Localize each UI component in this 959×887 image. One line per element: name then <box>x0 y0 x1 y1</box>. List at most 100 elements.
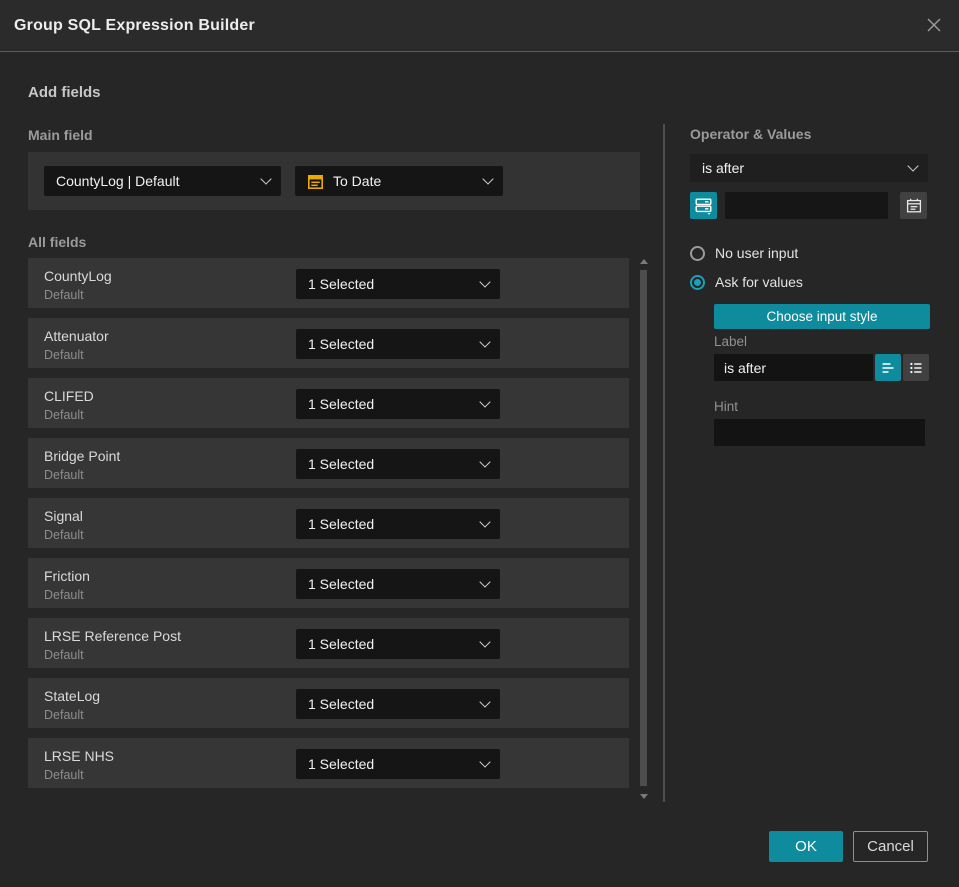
main-field-select[interactable]: CountyLog | Default <box>44 166 281 196</box>
cancel-button[interactable]: Cancel <box>853 831 928 862</box>
close-button[interactable] <box>921 13 947 39</box>
label-field-label: Label <box>714 334 748 349</box>
date-field-icon <box>307 173 324 190</box>
all-fields-label: All fields <box>28 234 87 250</box>
stacked-input-rows-icon <box>694 196 713 215</box>
input-style-single-line-button[interactable] <box>875 354 901 381</box>
chevron-down-icon <box>479 276 491 288</box>
chevron-down-icon <box>479 396 491 408</box>
field-row-name: Friction <box>44 568 90 584</box>
radio-icon <box>690 245 705 261</box>
field-row-selected-value: 1 Selected <box>308 636 375 652</box>
calendar-icon <box>905 197 923 215</box>
operator-select-value: is after <box>702 160 745 176</box>
label-input-row <box>714 354 930 381</box>
label-input[interactable] <box>714 354 873 381</box>
field-row-subtitle: Default <box>44 288 84 302</box>
field-row-subtitle: Default <box>44 648 84 662</box>
field-row-name: CLIFED <box>44 388 94 404</box>
input-style-list-button[interactable] <box>903 354 929 381</box>
chevron-down-icon <box>260 173 272 185</box>
radio-no-user-input-label: No user input <box>715 245 799 261</box>
add-fields-heading: Add fields <box>28 84 101 101</box>
field-row: Attenuator Default 1 Selected <box>28 318 629 368</box>
scroll-down-icon[interactable] <box>640 794 648 799</box>
chevron-down-icon <box>479 336 491 348</box>
radio-ask-for-values[interactable]: Ask for values <box>690 274 803 290</box>
chevron-down-icon <box>479 636 491 648</box>
radio-ask-for-values-label: Ask for values <box>715 274 803 290</box>
radio-selected-icon <box>690 274 705 290</box>
chevron-down-icon <box>479 576 491 588</box>
choose-input-style-button[interactable]: Choose input style <box>714 304 930 329</box>
field-row-selected-value: 1 Selected <box>308 336 375 352</box>
field-row: Friction Default 1 Selected <box>28 558 629 608</box>
scrollbar-thumb[interactable] <box>640 270 647 786</box>
field-row-name: Bridge Point <box>44 448 121 464</box>
field-row: LRSE NHS Default 1 Selected <box>28 738 629 788</box>
field-row: CountyLog Default 1 Selected <box>28 258 629 308</box>
field-row-selected-dropdown[interactable]: 1 Selected <box>296 749 500 779</box>
main-field-label: Main field <box>28 127 93 143</box>
field-row-selected-value: 1 Selected <box>308 456 375 472</box>
chevron-down-icon <box>479 756 491 768</box>
field-row-selected-dropdown[interactable]: 1 Selected <box>296 269 500 299</box>
chevron-down-icon <box>907 160 919 172</box>
field-row-name: LRSE NHS <box>44 748 115 764</box>
field-row-name: StateLog <box>44 688 101 704</box>
field-row: CLIFED Default 1 Selected <box>28 378 629 428</box>
field-row-subtitle: Default <box>44 408 84 422</box>
operator-select[interactable]: is after <box>690 154 928 182</box>
hint-field-label: Hint <box>714 399 739 414</box>
list-scrollbar[interactable] <box>638 256 651 802</box>
dialog-header: Group SQL Expression Builder <box>0 0 959 52</box>
field-row-selected-value: 1 Selected <box>308 696 375 712</box>
date-picker-button[interactable] <box>900 192 927 219</box>
field-row-subtitle: Default <box>44 588 84 602</box>
field-row-selected-dropdown[interactable]: 1 Selected <box>296 329 500 359</box>
chevron-down-icon <box>482 173 494 185</box>
field-row-name: CountyLog <box>44 268 112 284</box>
main-field-box: CountyLog | Default To Date <box>28 152 640 210</box>
field-row-selected-dropdown[interactable]: 1 Selected <box>296 629 500 659</box>
main-field-select-value: CountyLog | Default <box>56 173 180 189</box>
field-row-selected-dropdown[interactable]: 1 Selected <box>296 389 500 419</box>
field-row-subtitle: Default <box>44 528 84 542</box>
date-value-input[interactable] <box>725 192 888 219</box>
field-row-selected-dropdown[interactable]: 1 Selected <box>296 449 500 479</box>
field-row-selected-dropdown[interactable]: 1 Selected <box>296 509 500 539</box>
scroll-up-icon[interactable] <box>640 259 648 264</box>
chevron-down-icon <box>479 516 491 528</box>
field-row-selected-value: 1 Selected <box>308 576 375 592</box>
vertical-divider <box>663 124 665 802</box>
field-row: Bridge Point Default 1 Selected <box>28 438 629 488</box>
field-row-selected-value: 1 Selected <box>308 516 375 532</box>
group-sql-expression-builder-dialog: Group SQL Expression Builder Add fields … <box>0 0 959 887</box>
field-row-name: LRSE Reference Post <box>44 628 181 644</box>
field-row: LRSE Reference Post Default 1 Selected <box>28 618 629 668</box>
list-bullets-icon <box>908 360 924 376</box>
field-row-name: Signal <box>44 508 83 524</box>
ok-button[interactable]: OK <box>769 831 843 862</box>
operator-values-heading: Operator & Values <box>690 126 812 142</box>
close-icon <box>924 18 944 38</box>
all-fields-list: CountyLog Default 1 Selected Attenuator … <box>28 258 629 798</box>
field-row: StateLog Default 1 Selected <box>28 678 629 728</box>
field-row-subtitle: Default <box>44 708 84 722</box>
field-row-subtitle: Default <box>44 468 84 482</box>
field-row-selected-dropdown[interactable]: 1 Selected <box>296 569 500 599</box>
dialog-title: Group SQL Expression Builder <box>14 17 255 34</box>
value-input-row <box>690 192 928 219</box>
field-row-selected-value: 1 Selected <box>308 756 375 772</box>
date-field-select-value: To Date <box>333 173 382 189</box>
field-row-subtitle: Default <box>44 768 84 782</box>
date-field-select[interactable]: To Date <box>295 166 503 196</box>
field-row-name: Attenuator <box>44 328 109 344</box>
value-type-button[interactable] <box>690 192 717 219</box>
hint-input[interactable] <box>714 419 925 446</box>
chevron-down-icon <box>479 696 491 708</box>
field-row-selected-dropdown[interactable]: 1 Selected <box>296 689 500 719</box>
field-row-subtitle: Default <box>44 348 84 362</box>
field-row-selected-value: 1 Selected <box>308 276 375 292</box>
radio-no-user-input[interactable]: No user input <box>690 245 798 261</box>
